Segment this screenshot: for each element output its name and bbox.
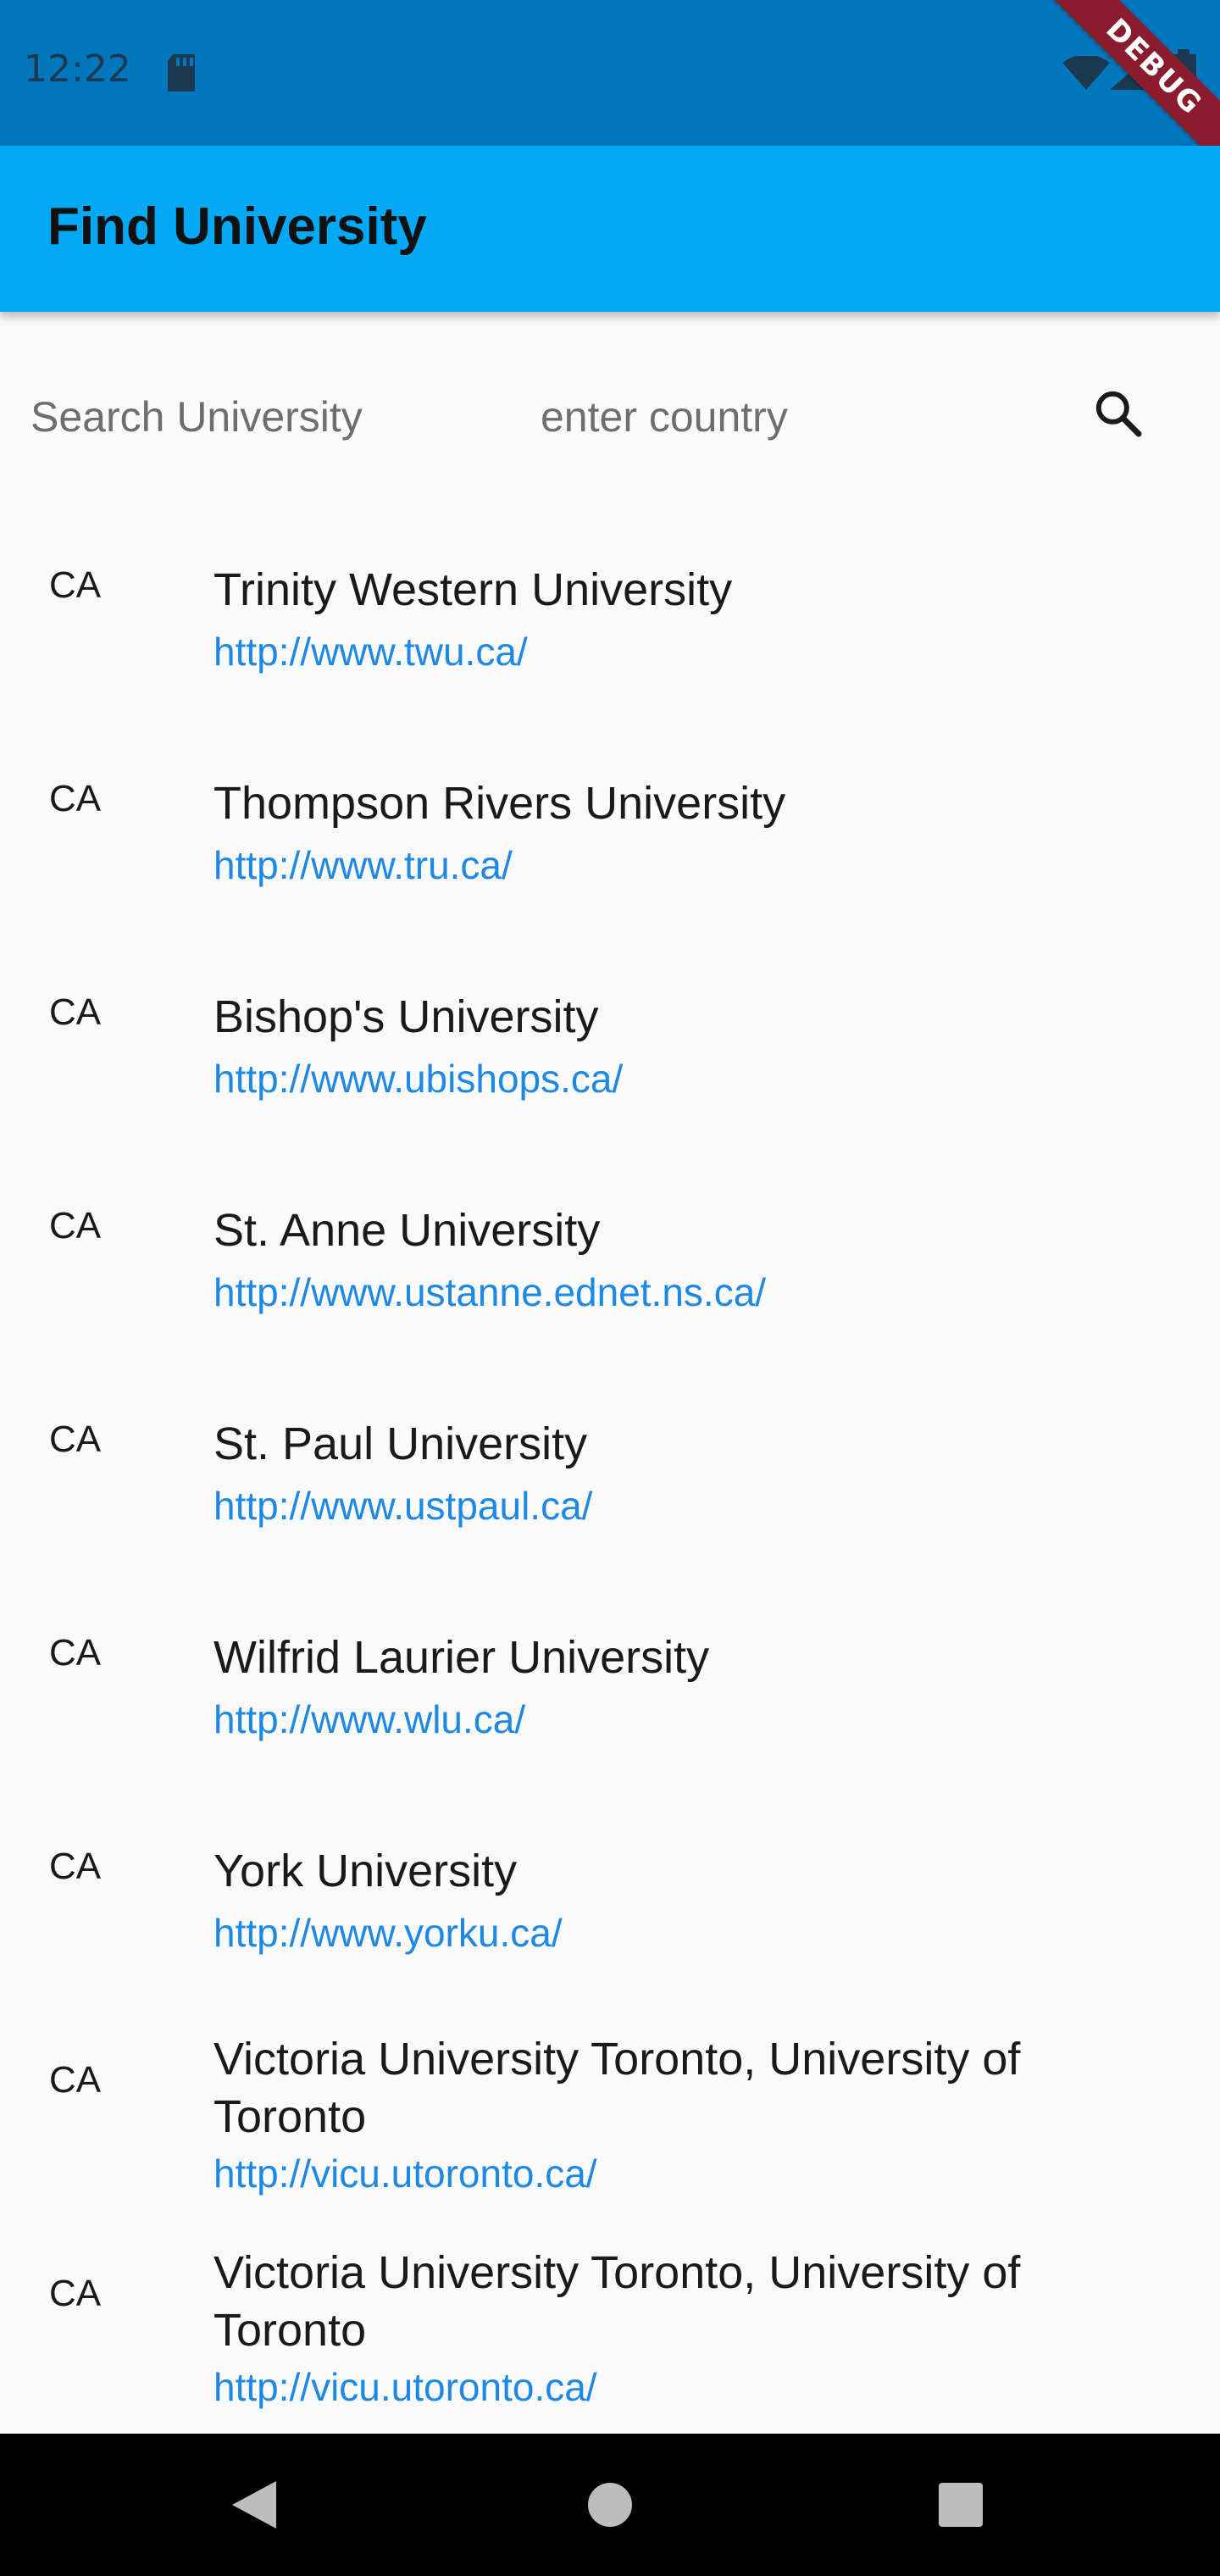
search-row [0,356,1220,471]
country-code: CA [49,2059,102,2101]
university-name: Victoria University Toronto, University … [214,2247,1021,2356]
university-link[interactable]: http://www.tru.ca/ [214,842,513,888]
country-code: CA [49,1418,102,1460]
search-button[interactable] [1084,381,1152,449]
university-link[interactable]: http://vicu.utoronto.ca/ [214,2151,597,2196]
navigation-bar [0,2434,1220,2576]
home-button[interactable] [568,2474,652,2539]
list-item[interactable]: CA Trinity Western University http://www… [0,536,1220,749]
university-link[interactable]: http://www.ubishops.ca/ [214,1056,623,1102]
country-code: CA [49,1632,102,1674]
university-name: Victoria University Toronto, University … [214,2034,1021,2142]
country-code: CA [49,1205,102,1246]
university-link[interactable]: http://vicu.utoronto.ca/ [214,2364,597,2410]
back-icon [229,2478,280,2535]
status-bar: 12:22 DEBUG [0,0,1220,146]
university-name: Thompson Rivers University [214,778,786,829]
list-item[interactable]: CA Victoria University Toronto, Universi… [0,2030,1220,2244]
country-code: CA [49,564,102,606]
country-code: CA [49,778,102,819]
recents-button[interactable] [918,2474,1003,2539]
country-code: CA [49,991,102,1033]
list-item[interactable]: CA Wilfrid Laurier University http://www… [0,1603,1220,1817]
university-name: St. Paul University [214,1418,588,1469]
university-link[interactable]: http://www.wlu.ca/ [214,1696,525,1742]
list-item[interactable]: CA Victoria University Toronto, Universi… [0,2244,1220,2457]
university-link[interactable]: http://www.twu.ca/ [214,629,528,675]
recents-icon [937,2481,984,2532]
home-icon [585,2479,635,2534]
page-title: Find University [47,197,427,256]
university-name: Wilfrid Laurier University [214,1632,710,1683]
app-bar: Find University [0,146,1220,312]
country-code: CA [49,1846,102,1887]
university-search-input[interactable] [29,386,490,447]
list-item[interactable]: CA Thompson Rivers University http://www… [0,749,1220,963]
university-name: St. Anne University [214,1205,601,1256]
list-item[interactable]: CA Bishop's University http://www.ubisho… [0,963,1220,1176]
wifi-icon [1062,54,1110,93]
sd-card-icon [164,54,198,95]
university-link[interactable]: http://www.ustpaul.ca/ [214,1483,592,1529]
university-name: Bishop's University [214,991,599,1042]
university-link[interactable]: http://www.yorku.ca/ [214,1910,563,1956]
university-name: Trinity Western University [214,564,733,615]
list-item[interactable]: CA St. Anne University http://www.ustann… [0,1176,1220,1390]
search-icon [1091,386,1145,444]
country-code: CA [49,2273,102,2314]
list-item[interactable]: CA York University http://www.yorku.ca/ [0,1817,1220,2030]
country-input[interactable] [539,386,1051,447]
status-time: 12:22 [24,47,131,91]
university-link[interactable]: http://www.ustanne.ednet.ns.ca/ [214,1269,766,1315]
university-name: York University [214,1846,518,1896]
back-button[interactable] [212,2474,297,2539]
list-item[interactable]: CA St. Paul University http://www.ustpau… [0,1390,1220,1603]
